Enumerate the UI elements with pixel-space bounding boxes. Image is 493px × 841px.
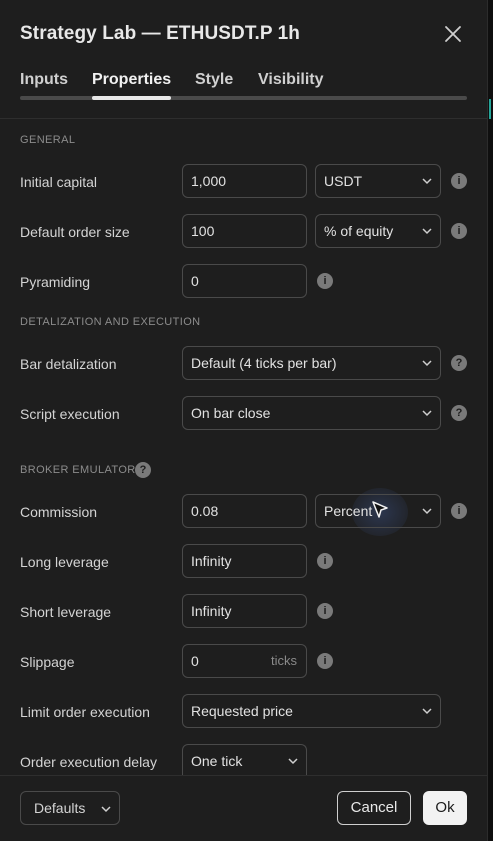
bar-detalization-value: Default (4 ticks per bar) [191, 355, 337, 371]
script-execution-value: On bar close [191, 405, 271, 421]
info-icon[interactable]: i [451, 503, 467, 519]
tab-style[interactable]: Style [195, 71, 233, 89]
slippage-label: Slippage [20, 654, 75, 670]
commission-label: Commission [20, 504, 98, 520]
info-icon[interactable]: i [317, 603, 333, 619]
chevron-down-icon [422, 410, 432, 417]
question-icon[interactable]: ? [135, 462, 151, 478]
initial-capital-input[interactable]: 1,000 [182, 164, 307, 198]
execution-delay-value: One tick [191, 753, 243, 769]
section-general: GENERAL [20, 134, 76, 146]
limit-order-select[interactable]: Requested price [182, 694, 441, 728]
short-leverage-label: Short leverage [20, 604, 112, 620]
limit-order-value: Requested price [191, 703, 293, 719]
commission-input[interactable]: 0.08 [182, 494, 307, 528]
order-size-unit-value: % of equity [324, 223, 394, 239]
footer-divider [0, 775, 487, 776]
info-icon[interactable]: i [317, 653, 333, 669]
section-broker-emulator: BROKER EMULATOR [20, 464, 136, 476]
chevron-down-icon [422, 508, 432, 515]
order-size-unit-select[interactable]: % of equity [315, 214, 441, 248]
slippage-value: 0 [191, 653, 199, 669]
bar-detalization-label: Bar detalization [20, 356, 117, 372]
tabs-track [20, 96, 467, 100]
background-chart-edge [488, 0, 493, 841]
short-leverage-input[interactable]: Infinity [182, 594, 307, 628]
info-icon[interactable]: i [451, 223, 467, 239]
chart-edge-marks [489, 99, 491, 119]
tab-visibility[interactable]: Visibility [258, 71, 324, 89]
info-icon[interactable]: i [451, 173, 467, 189]
question-icon[interactable]: ? [451, 405, 467, 421]
long-leverage-label: Long leverage [20, 554, 109, 570]
currency-select[interactable]: USDT [315, 164, 441, 198]
chevron-down-icon [422, 228, 432, 235]
close-icon[interactable] [441, 22, 465, 46]
commission-type-value: Percent [324, 503, 373, 519]
strategy-properties-dialog: Strategy Lab — ETHUSDT.P 1h Inputs Prope… [0, 0, 488, 841]
order-size-label: Default order size [20, 224, 130, 240]
cancel-button[interactable]: Cancel [337, 791, 411, 825]
tab-active-indicator [92, 96, 171, 100]
ok-button[interactable]: Ok [423, 791, 467, 825]
info-icon[interactable]: i [317, 553, 333, 569]
header-divider [0, 118, 487, 119]
chevron-down-icon [422, 360, 432, 367]
question-icon[interactable]: ? [451, 355, 467, 371]
slippage-input[interactable]: 0 ticks [182, 644, 307, 678]
execution-delay-select[interactable]: One tick [182, 744, 307, 775]
defaults-label: Defaults [34, 800, 86, 816]
script-execution-select[interactable]: On bar close [182, 396, 441, 430]
tab-inputs[interactable]: Inputs [20, 71, 68, 89]
order-size-input[interactable]: 100 [182, 214, 307, 248]
info-icon[interactable]: i [317, 273, 333, 289]
limit-order-label: Limit order execution [20, 704, 150, 720]
initial-capital-label: Initial capital [20, 174, 98, 190]
chevron-down-icon [101, 806, 111, 813]
chevron-down-icon [422, 178, 432, 185]
long-leverage-input[interactable]: Infinity [182, 544, 307, 578]
script-execution-label: Script execution [20, 406, 120, 422]
bar-detalization-select[interactable]: Default (4 ticks per bar) [182, 346, 441, 380]
mouse-cursor-icon [372, 501, 388, 518]
currency-select-value: USDT [324, 173, 363, 189]
section-detalization: DETALIZATION AND EXECUTION [20, 316, 201, 328]
chevron-down-icon [422, 708, 432, 715]
tab-properties[interactable]: Properties [92, 71, 171, 89]
execution-delay-label: Order execution delay [20, 754, 157, 770]
pyramiding-input[interactable]: 0 [182, 264, 307, 298]
slippage-unit: ticks [271, 653, 297, 668]
chevron-down-icon [288, 758, 298, 765]
defaults-button[interactable]: Defaults [20, 791, 120, 825]
pyramiding-label: Pyramiding [20, 274, 91, 290]
dialog-title: Strategy Lab — ETHUSDT.P 1h [20, 23, 301, 44]
